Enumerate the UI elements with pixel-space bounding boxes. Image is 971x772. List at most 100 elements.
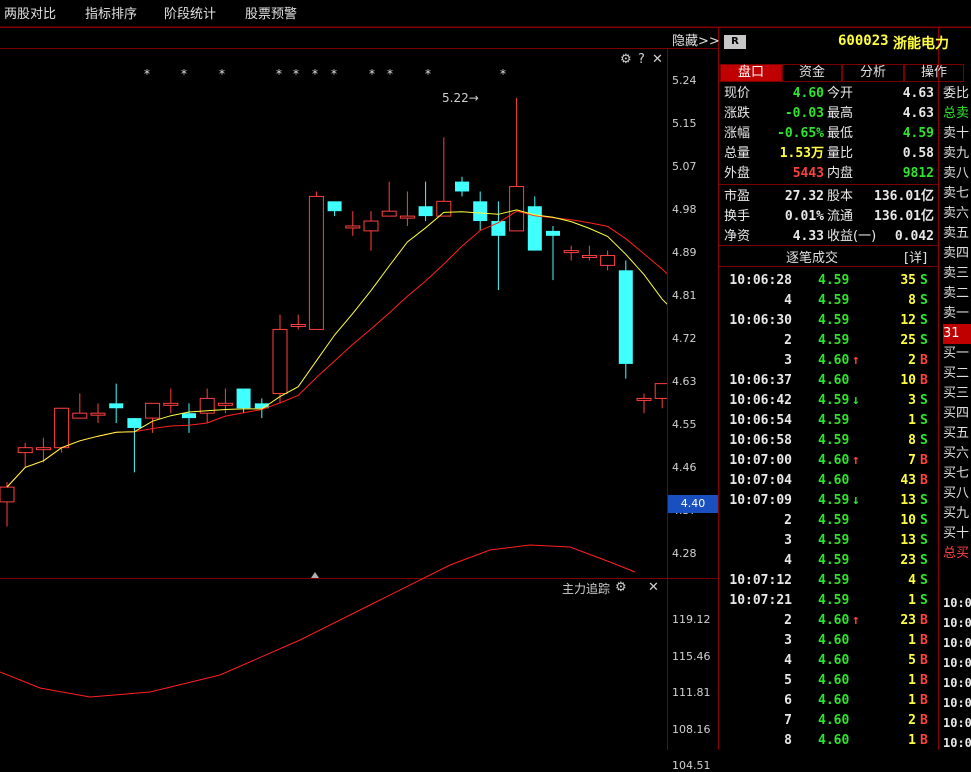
tick-time: 10:06:58 bbox=[729, 433, 792, 448]
orderbook-label: 买六 bbox=[943, 446, 970, 461]
candle-body bbox=[290, 324, 306, 327]
candle-body bbox=[399, 215, 415, 219]
candle-body bbox=[618, 270, 633, 364]
side-tick-time: 10:0 bbox=[943, 656, 971, 670]
candle-body bbox=[0, 486, 15, 503]
candle-body bbox=[308, 195, 324, 330]
tick-time: 2 bbox=[784, 613, 792, 628]
orderbook-label: 买三 bbox=[943, 386, 970, 401]
tick-price: 4.60 bbox=[818, 353, 850, 368]
quote-value: -0.03 bbox=[784, 106, 824, 121]
hide-panel-button[interactable]: 隐藏>> bbox=[672, 30, 720, 49]
tick-price: 4.59 bbox=[818, 333, 850, 348]
tick-row: 4 4.59 8 S bbox=[724, 291, 939, 311]
tick-row: 5 4.60 1 B bbox=[724, 671, 939, 691]
side-tick-time: 10:0 bbox=[943, 736, 971, 750]
tick-volume: 5 bbox=[908, 653, 916, 668]
tick-direction-icon: ↑ bbox=[852, 353, 860, 368]
orderbook-label: 卖五 bbox=[943, 226, 970, 241]
quote-label: 涨跌 bbox=[724, 106, 751, 121]
tick-side: S bbox=[920, 553, 928, 568]
sub-axis-tick: 104.51 bbox=[672, 759, 711, 772]
tick-time: 3 bbox=[784, 633, 792, 648]
scroll-up-icon[interactable] bbox=[311, 572, 319, 578]
tick-row: 10:06:28 4.59 35 S bbox=[724, 271, 939, 291]
quote-value: 27.32 bbox=[784, 189, 824, 204]
menu-item-compare[interactable]: 两股对比 bbox=[4, 3, 56, 22]
tick-price: 4.60 bbox=[818, 713, 850, 728]
price-axis-tick: 4.72 bbox=[672, 332, 697, 345]
tick-direction-icon: ↑ bbox=[852, 453, 860, 468]
signal-star-icon: * bbox=[387, 67, 393, 81]
tick-time: 10:07:09 bbox=[729, 493, 792, 508]
menu-item-sort[interactable]: 指标排序 bbox=[85, 3, 137, 22]
tick-time: 10:07:21 bbox=[729, 593, 792, 608]
candle bbox=[163, 388, 179, 414]
tick-row: 10:07:00 4.60 ↑ 7 B bbox=[724, 451, 939, 471]
quote-label: 涨幅 bbox=[724, 126, 751, 141]
price-axis-tick: 5.15 bbox=[672, 117, 697, 130]
quote-value: -0.65% bbox=[777, 126, 824, 141]
tick-side: S bbox=[920, 413, 928, 428]
quote-label: 外盘 bbox=[724, 166, 751, 181]
price-axis-tick: 4.98 bbox=[672, 203, 697, 216]
tick-price: 4.59 bbox=[818, 313, 850, 328]
tab-funds[interactable]: 资金 bbox=[782, 64, 842, 82]
candle-body bbox=[436, 200, 452, 217]
tick-price: 4.59 bbox=[818, 593, 850, 608]
quote-value: 136.01亿 bbox=[874, 209, 934, 224]
tick-volume: 10 bbox=[900, 513, 916, 528]
tab-operate[interactable]: 操作 bbox=[904, 64, 964, 82]
tab-analysis[interactable]: 分析 bbox=[842, 64, 904, 82]
price-axis-tick: 4.89 bbox=[672, 246, 697, 259]
menu-item-alert[interactable]: 股票预警 bbox=[245, 3, 297, 22]
candle bbox=[199, 388, 215, 424]
price-axis-tick: 5.07 bbox=[672, 160, 697, 173]
tick-row: 4 4.60 5 B bbox=[724, 651, 939, 671]
axis-divider bbox=[667, 48, 668, 750]
orderbook-label: 总卖 bbox=[943, 106, 970, 121]
tick-side: S bbox=[920, 533, 928, 548]
tick-row: 10:07:12 4.59 4 S bbox=[724, 571, 939, 591]
tick-volume: 25 bbox=[900, 333, 916, 348]
tick-time: 10:07:12 bbox=[729, 573, 792, 588]
ticks-detail-link[interactable]: [详] bbox=[904, 247, 927, 266]
candle-body bbox=[363, 220, 379, 232]
orderbook-label: 买七 bbox=[943, 466, 970, 481]
tick-row: 2 4.60 ↑ 23 B bbox=[724, 611, 939, 631]
kline-chart[interactable]: * * * * * * * * * * * 5.22→ bbox=[0, 48, 667, 750]
tick-side: S bbox=[920, 333, 928, 348]
candle bbox=[546, 225, 560, 281]
tick-time: 8 bbox=[784, 733, 792, 748]
tab-pankou[interactable]: 盘口 bbox=[720, 64, 782, 82]
quote-value: 4.63 bbox=[902, 86, 934, 101]
tick-volume: 1 bbox=[908, 693, 916, 708]
candle bbox=[0, 482, 15, 527]
current-price-tag: 4.40 bbox=[668, 495, 718, 513]
quote-value: 4.59 bbox=[902, 126, 934, 141]
quote-value: 0.042 bbox=[894, 229, 934, 244]
tick-volume: 13 bbox=[900, 533, 916, 548]
tick-direction-icon: ↓ bbox=[852, 493, 860, 508]
tick-volume: 2 bbox=[908, 353, 916, 368]
tick-price: 4.60 bbox=[818, 613, 850, 628]
sub-indicator-line bbox=[0, 544, 636, 698]
candle bbox=[455, 176, 469, 197]
candle bbox=[363, 211, 379, 251]
candle-body bbox=[600, 255, 616, 266]
sub-axis-tick: 119.12 bbox=[672, 613, 711, 626]
tick-price: 4.59 bbox=[818, 393, 850, 408]
tick-side: B bbox=[920, 733, 928, 748]
orderbook-label: 总买 bbox=[943, 546, 970, 561]
signal-star-icon: * bbox=[331, 67, 337, 81]
candle-body bbox=[654, 383, 667, 399]
tick-time: 10:07:00 bbox=[729, 453, 792, 468]
menu-item-stats[interactable]: 阶段统计 bbox=[164, 3, 216, 22]
tick-price: 4.59 bbox=[818, 513, 850, 528]
candle-body bbox=[455, 181, 469, 192]
candle bbox=[272, 314, 288, 404]
tick-time: 5 bbox=[784, 673, 792, 688]
candle-body bbox=[163, 402, 179, 406]
candle bbox=[182, 403, 196, 433]
candle bbox=[127, 418, 142, 473]
